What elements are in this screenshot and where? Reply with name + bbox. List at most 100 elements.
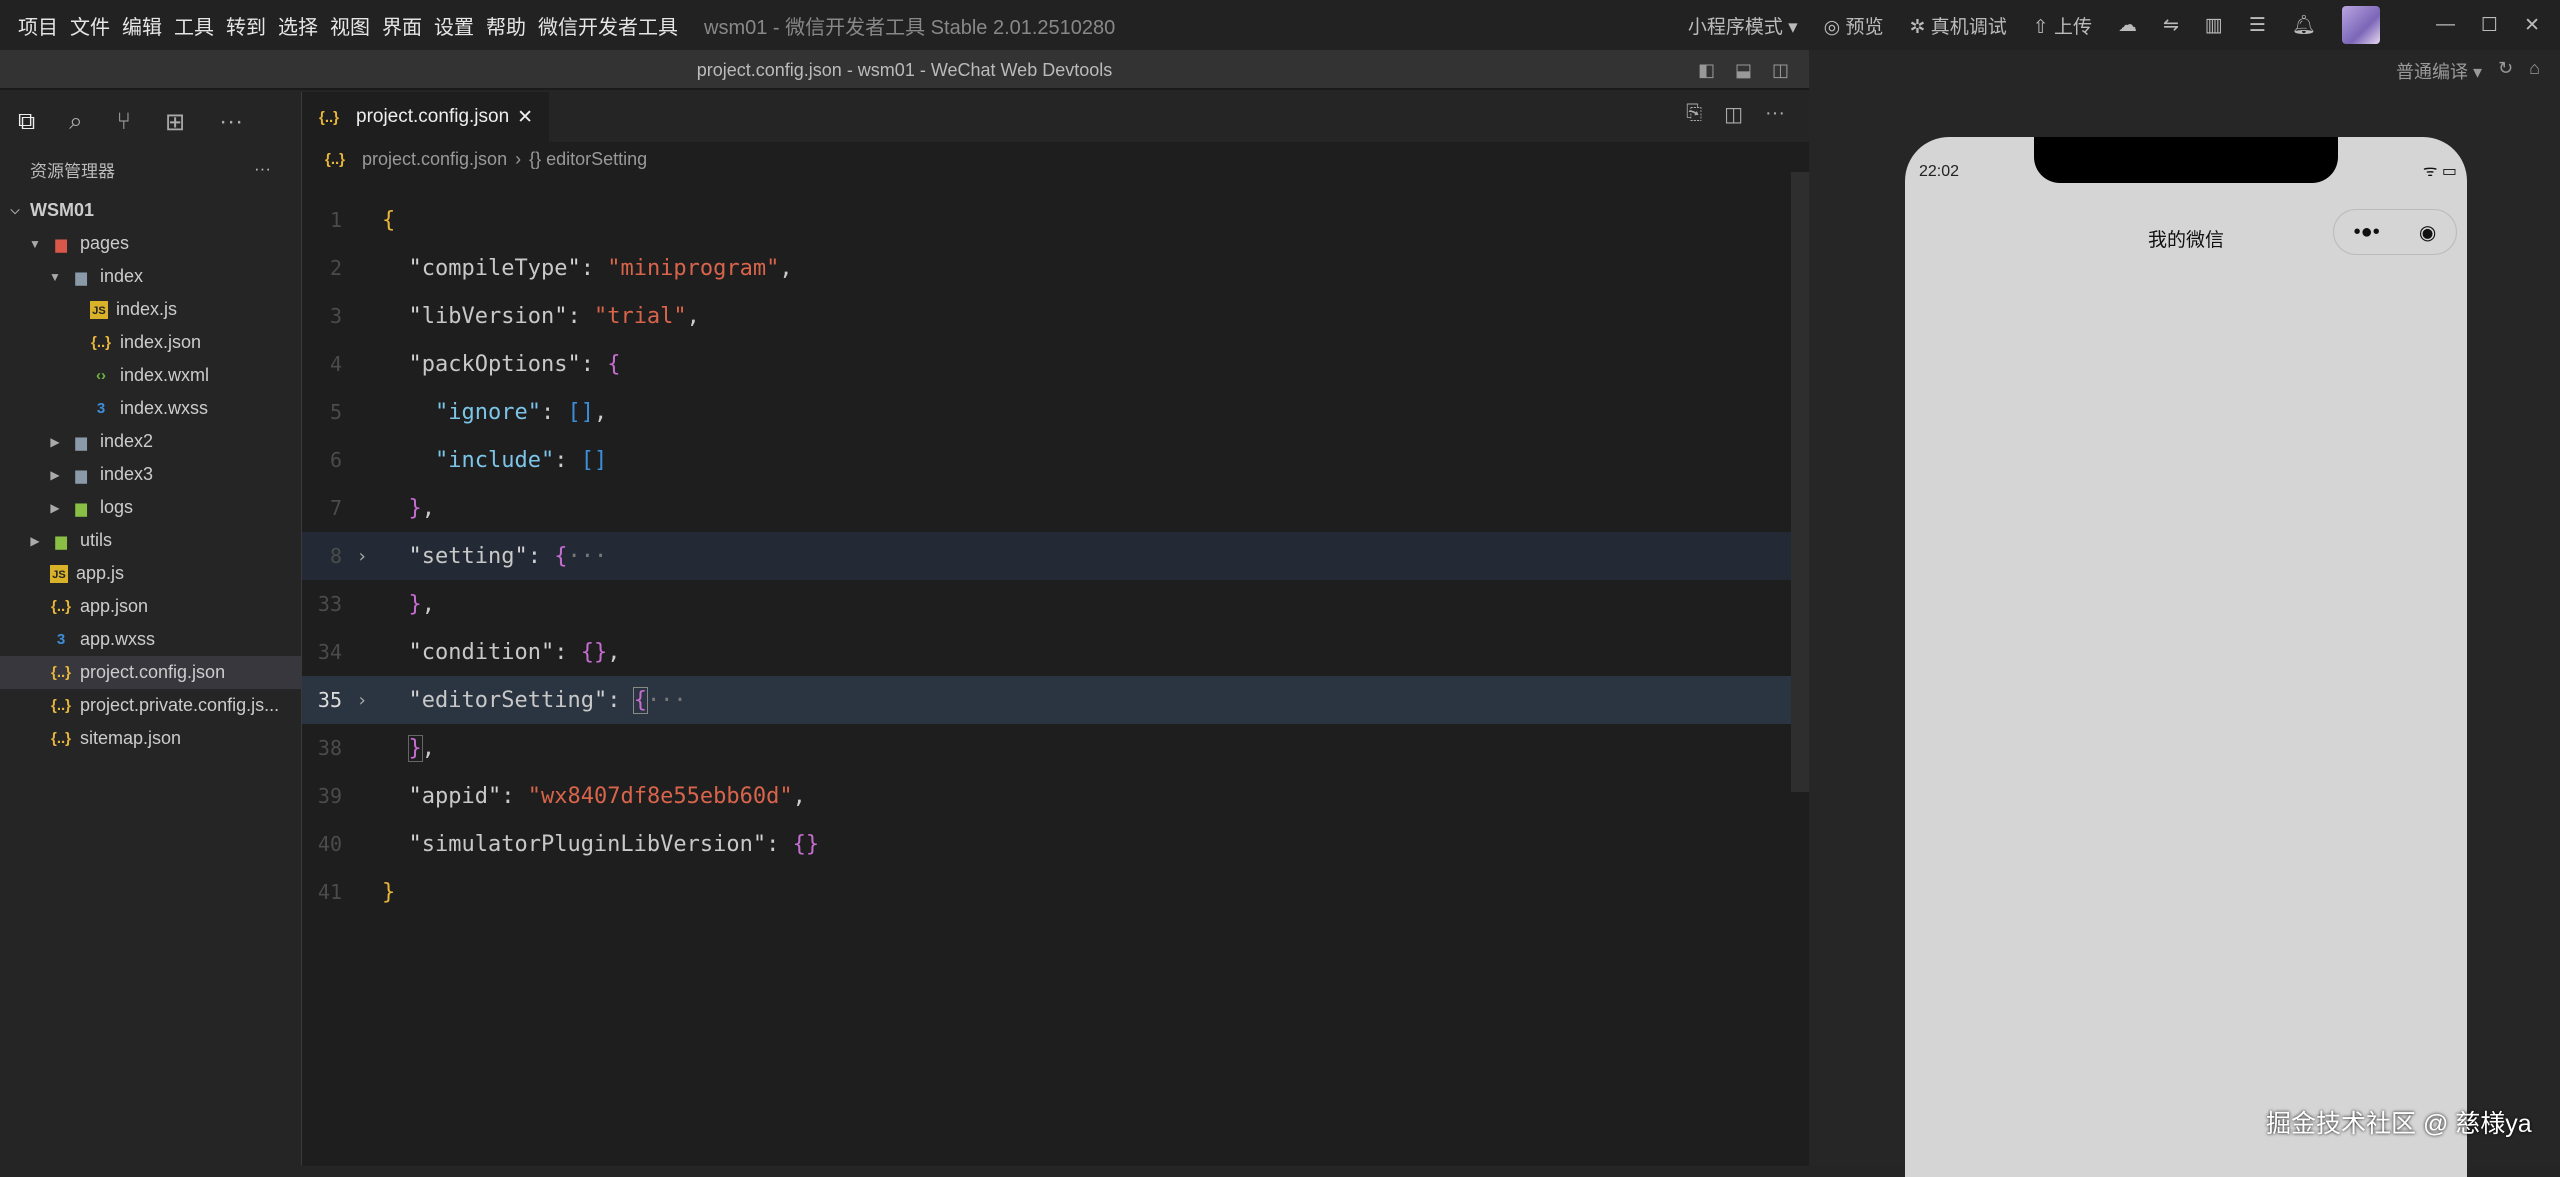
project-root[interactable]: ⌵ WSM01 bbox=[0, 194, 301, 227]
json-file-icon: {..} bbox=[50, 730, 71, 747]
preview-button[interactable]: ◎ 预览 bbox=[1824, 12, 1884, 39]
file-tree-item[interactable]: ▼ ▆ index bbox=[0, 260, 301, 293]
search-icon[interactable]: ⌕ bbox=[69, 108, 82, 136]
avatar[interactable] bbox=[2342, 6, 2381, 44]
menu-item[interactable]: 界面 bbox=[382, 11, 422, 40]
editor-more-icon[interactable]: ··· bbox=[1765, 102, 1785, 127]
file-tree-item[interactable]: ▶ ▆ utils bbox=[0, 524, 301, 557]
file-tree-item[interactable]: {..} sitemap.json bbox=[0, 722, 301, 755]
close-miniprogram-icon[interactable]: ◉ bbox=[2419, 220, 2436, 245]
code-line[interactable]: 35 › "editorSetting": {··· bbox=[302, 676, 1809, 724]
menu-item[interactable]: 转到 bbox=[226, 11, 266, 40]
file-tree-item[interactable]: ▶ ▆ index3 bbox=[0, 458, 301, 491]
explorer-sidebar: ⧉ ⌕ ⑂ ⊞ ··· 资源管理器 ··· ⌵ WSM01 ▼ ▆ pages ▼ ▆ ind… bbox=[0, 92, 302, 1166]
expand-arrow-icon: ▶ bbox=[50, 467, 60, 482]
file-tree-item[interactable]: ▼ ▆ pages bbox=[0, 227, 301, 260]
breadcrumb-symbol[interactable]: {} editorSetting bbox=[529, 149, 647, 170]
breadcrumb: {..} project.config.json › {} editorSetting bbox=[302, 142, 1809, 176]
minimize-button[interactable]: — bbox=[2436, 14, 2455, 36]
file-tree-item[interactable]: 3 index.wxss bbox=[0, 392, 301, 425]
upload-button[interactable]: ⇧ 上传 bbox=[2033, 12, 2092, 39]
menu-item[interactable]: 微信开发者工具 bbox=[538, 11, 678, 40]
code-area[interactable]: 1{2 "compileType": "miniprogram", 3 "libV… bbox=[302, 196, 1809, 916]
code-line[interactable]: 7 }, bbox=[302, 484, 1809, 532]
code-line[interactable]: 40 "simulatorPluginLibVersion": {} bbox=[302, 820, 1809, 868]
refresh-icon[interactable]: ↻ bbox=[2498, 58, 2513, 84]
remote-debug-button[interactable]: ✲ 真机调试 bbox=[1910, 12, 2007, 39]
menu-item[interactable]: 设置 bbox=[434, 11, 474, 40]
menu-item[interactable]: 文件 bbox=[70, 11, 110, 40]
code-line[interactable]: 38 }, bbox=[302, 724, 1809, 772]
mode-select[interactable]: 小程序模式 ▾ bbox=[1688, 12, 1798, 39]
fold-chevron-icon[interactable]: › bbox=[342, 690, 382, 711]
line-number: 2 bbox=[329, 256, 342, 280]
close-tab-icon[interactable]: ✕ bbox=[517, 106, 533, 129]
switch-icon[interactable]: ⇋ bbox=[2163, 14, 2179, 37]
file-name: index.wxss bbox=[120, 398, 209, 418]
folder-file-icon: ▆ bbox=[75, 466, 87, 484]
explorer-more-icon[interactable]: ··· bbox=[254, 159, 271, 179]
files-icon[interactable]: ⧉ bbox=[18, 108, 35, 136]
menu-item[interactable]: 编辑 bbox=[122, 11, 162, 40]
menu-item[interactable]: 选择 bbox=[278, 11, 318, 40]
more-dots-icon[interactable]: •●• bbox=[2354, 221, 2380, 244]
menu-item[interactable]: 帮助 bbox=[486, 11, 526, 40]
code-line[interactable]: 1{ bbox=[302, 196, 1809, 244]
code-line[interactable]: 6 "include": [] bbox=[302, 436, 1809, 484]
code-line[interactable]: 33 }, bbox=[302, 580, 1809, 628]
toggle-panel-icon[interactable]: ⬓ bbox=[1735, 50, 1752, 90]
more-icon[interactable]: ··· bbox=[219, 108, 243, 136]
editor-scrollbar[interactable] bbox=[1791, 172, 1809, 792]
code-line[interactable]: 3 "libVersion": "trial", bbox=[302, 292, 1809, 340]
phone-simulator[interactable]: 22:02 ᯤ ▭ 我的微信 •●• ◉ bbox=[1905, 137, 2467, 1177]
toggle-sidebar-icon[interactable]: ◧ bbox=[1698, 50, 1715, 90]
capsule-menu[interactable]: •●• ◉ bbox=[2333, 209, 2457, 255]
open-changes-icon[interactable]: ⎘ bbox=[1686, 102, 1702, 127]
file-tree-item[interactable]: {..} index.json bbox=[0, 326, 301, 359]
code-line[interactable]: 41} bbox=[302, 868, 1809, 916]
menu-item[interactable]: 项目 bbox=[18, 11, 58, 40]
maximize-button[interactable]: ☐ bbox=[2481, 14, 2498, 37]
code-text: }, bbox=[407, 734, 435, 762]
clear-cache-icon[interactable]: ⌂ bbox=[2529, 58, 2540, 84]
json-file-icon: {..} bbox=[318, 108, 339, 126]
source-control-icon[interactable]: ⑂ bbox=[117, 108, 131, 136]
wxml-file-icon: ‹› bbox=[96, 367, 106, 384]
file-tree-item[interactable]: JS index.js bbox=[0, 293, 301, 326]
file-tree-item[interactable]: {..} project.config.json bbox=[0, 656, 301, 689]
extensions-icon[interactable]: ⊞ bbox=[165, 108, 185, 137]
file-tree-item[interactable]: {..} app.json bbox=[0, 590, 301, 623]
file-tree-item[interactable]: {..} project.private.config.js... bbox=[0, 689, 301, 722]
file-name: index bbox=[100, 266, 144, 286]
menu-item[interactable]: 视图 bbox=[330, 11, 370, 40]
compile-mode-select[interactable]: 普通编译 ▾ bbox=[2396, 58, 2482, 84]
tab-project-config[interactable]: {..} project.config.json ✕ bbox=[302, 92, 550, 142]
file-tree: ⌵ WSM01 ▼ ▆ pages ▼ ▆ index JS index.js {..} index… bbox=[0, 194, 301, 755]
menu-item[interactable]: 工具 bbox=[174, 11, 214, 40]
line-number: 33 bbox=[317, 592, 342, 616]
list-icon[interactable]: ☰ bbox=[2249, 14, 2266, 37]
cloud-icon[interactable]: ☁ bbox=[2118, 14, 2137, 37]
code-line[interactable]: 2 "compileType": "miniprogram", bbox=[302, 244, 1809, 292]
breadcrumb-file[interactable]: project.config.json bbox=[362, 149, 507, 170]
expand-arrow-icon: ▼ bbox=[29, 236, 41, 251]
layout-icon[interactable]: ▥ bbox=[2205, 14, 2223, 37]
code-line[interactable]: 34 "condition": {}, bbox=[302, 628, 1809, 676]
close-window-button[interactable]: ✕ bbox=[2524, 14, 2540, 37]
json-file-icon: {..} bbox=[324, 150, 345, 168]
bell-icon[interactable]: 🔔︎ bbox=[2292, 13, 2316, 37]
pages-file-icon: ▆ bbox=[55, 235, 67, 253]
code-line[interactable]: 39 "appid": "wx8407df8e55ebb60d", bbox=[302, 772, 1809, 820]
file-tree-item[interactable]: ▶ ▆ logs bbox=[0, 491, 301, 524]
code-line[interactable]: 5 "ignore": [], bbox=[302, 388, 1809, 436]
file-tree-item[interactable]: ‹› index.wxml bbox=[0, 359, 301, 392]
file-tree-item[interactable]: ▶ ▆ index2 bbox=[0, 425, 301, 458]
code-line[interactable]: 8 › "setting": {··· bbox=[302, 532, 1809, 580]
file-tree-item[interactable]: 3 app.wxss bbox=[0, 623, 301, 656]
code-line[interactable]: 4 "packOptions": { bbox=[302, 340, 1809, 388]
toggle-simulator-icon[interactable]: ◫ bbox=[1772, 50, 1789, 90]
line-number: 1 bbox=[329, 208, 342, 232]
file-tree-item[interactable]: JS app.js bbox=[0, 557, 301, 590]
split-editor-icon[interactable]: ◫ bbox=[1724, 102, 1743, 127]
fold-chevron-icon[interactable]: › bbox=[342, 546, 382, 567]
